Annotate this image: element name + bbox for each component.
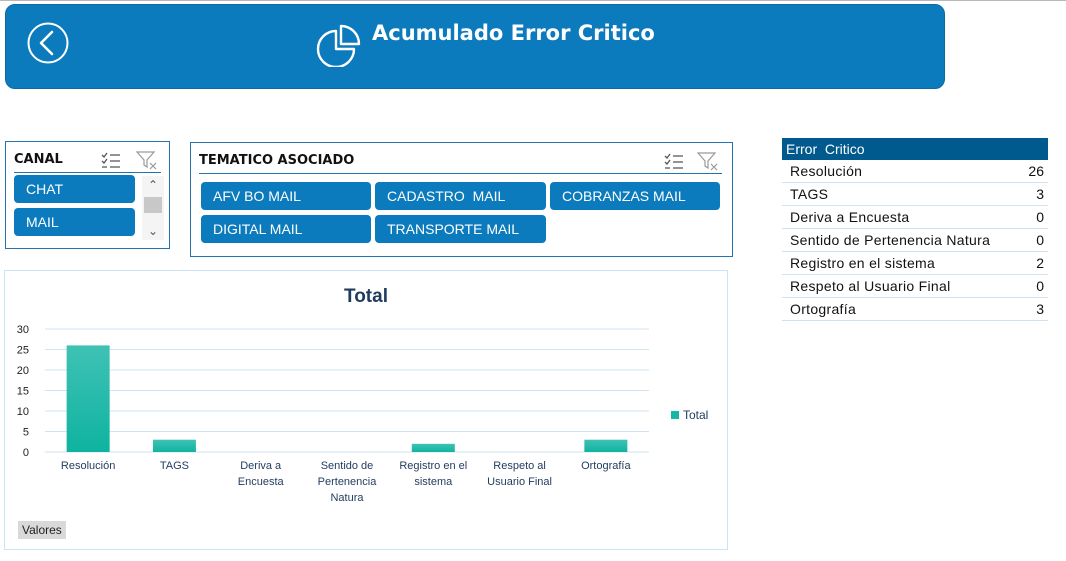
table-row: Registro en el sistema 2 xyxy=(782,252,1048,275)
tematico-slicer: TEMATICO ASOCIADO AFV BO MAIL CADASTRO M… xyxy=(190,142,733,257)
canal-scrollbar[interactable]: ⌃ ⌄ xyxy=(142,176,164,240)
scroll-down-icon[interactable]: ⌄ xyxy=(142,222,164,240)
tematico-item-cadastro-mail[interactable]: CADASTRO MAIL xyxy=(375,182,546,210)
bar[interactable] xyxy=(584,439,628,452)
clear-filter-icon[interactable] xyxy=(697,151,719,171)
x-tick-label: Registro en el xyxy=(399,460,467,472)
tematico-item-cobranzas-mail[interactable]: COBRANZAS MAIL xyxy=(550,182,720,210)
table-row: Ortografía 3 xyxy=(782,298,1048,321)
top-border-line xyxy=(0,0,1066,1)
tematico-slicer-title: TEMATICO ASOCIADO xyxy=(199,153,355,168)
y-tick-label: 10 xyxy=(17,406,29,418)
tematico-item-transporte-mail[interactable]: TRANSPORTE MAIL xyxy=(375,215,546,243)
x-tick-label: Resolución xyxy=(61,460,115,472)
y-tick-label: 15 xyxy=(17,386,29,398)
table-row-label: Respeto al Usuario Final xyxy=(790,278,951,294)
x-tick-label: sistema xyxy=(414,476,453,488)
bar[interactable] xyxy=(66,345,110,452)
x-tick-label: Deriva a xyxy=(240,460,282,472)
x-tick-label: Ortografía xyxy=(581,460,631,472)
header-banner: Acumulado Error Critico xyxy=(5,4,945,89)
table-body: Resolución 26 TAGS 3 Deriva a Encuesta 0 Senti… xyxy=(782,160,1048,321)
table-row-label: Resolución xyxy=(790,163,863,179)
x-tick-label: TAGS xyxy=(160,460,189,472)
table-row-label: Sentido de Pertenencia Natura xyxy=(790,232,991,248)
scroll-thumb[interactable] xyxy=(144,197,162,213)
table-row: Respeto al Usuario Final 0 xyxy=(782,275,1048,298)
table-row: Resolución 26 xyxy=(782,160,1048,183)
back-arrow-icon[interactable] xyxy=(26,21,70,65)
tematico-item-digital-mail[interactable]: DIGITAL MAIL xyxy=(201,215,371,243)
multi-select-icon[interactable] xyxy=(663,151,685,171)
y-tick-label: 0 xyxy=(23,447,29,459)
clear-filter-icon[interactable] xyxy=(136,150,158,170)
table-row-label: Ortografía xyxy=(790,301,857,317)
table-row-value: 0 xyxy=(1036,209,1044,225)
table-row-label: Deriva a Encuesta xyxy=(790,209,910,225)
table-row-value: 0 xyxy=(1036,232,1044,248)
canal-slicer-header: CANAL xyxy=(14,148,161,173)
y-tick-label: 30 xyxy=(17,324,29,336)
table-row: Deriva a Encuesta 0 xyxy=(782,206,1048,229)
error-critico-table: Error Critico Resolución 26 TAGS 3 Deriva a … xyxy=(782,138,1048,321)
bar-chart: Total 0 5 10 15 20 25 30 Resolución TAGS Deriva a E… xyxy=(17,286,709,504)
canal-slicer: CANAL CHAT MAIL ⌃ ⌄ xyxy=(5,141,170,249)
chart-panel: Total 0 5 10 15 20 25 30 Resolución TAGS Deriva a E… xyxy=(4,270,728,550)
pie-chart-icon xyxy=(316,24,361,67)
scroll-up-icon[interactable]: ⌃ xyxy=(142,176,164,194)
canal-item-mail[interactable]: MAIL xyxy=(14,208,135,236)
multi-select-icon[interactable] xyxy=(100,150,122,170)
legend-swatch xyxy=(671,411,679,419)
x-tick-label: Encuesta xyxy=(238,476,285,488)
canal-item-chat[interactable]: CHAT xyxy=(14,175,135,203)
bar[interactable] xyxy=(411,443,455,452)
table-row-value: 3 xyxy=(1036,186,1044,202)
chart-title: Total xyxy=(344,286,388,307)
canal-slicer-title: CANAL xyxy=(14,152,63,167)
y-tick-label: 20 xyxy=(17,365,29,377)
legend-label: Total xyxy=(683,408,708,422)
table-row-value: 0 xyxy=(1036,278,1044,294)
table-row-label: Registro en el sistema xyxy=(790,255,936,271)
x-tick-label: Respeto al xyxy=(493,460,546,472)
table-row-label: TAGS xyxy=(790,186,829,202)
x-tick-label: Usuario Final xyxy=(487,476,552,488)
table-row-value: 26 xyxy=(1028,163,1044,179)
x-tick-label: Sentido de xyxy=(321,460,374,472)
x-tick-label: Natura xyxy=(330,492,364,504)
table-row-value: 2 xyxy=(1036,255,1044,271)
tematico-item-afv-bo-mail[interactable]: AFV BO MAIL xyxy=(201,182,371,210)
bar[interactable] xyxy=(152,439,196,452)
y-tick-label: 5 xyxy=(23,427,29,439)
tematico-slicer-header: TEMATICO ASOCIADO xyxy=(199,149,722,174)
valores-button[interactable]: Valores xyxy=(18,521,66,539)
x-tick-label: Pertenencia xyxy=(318,476,378,488)
table-row-value: 3 xyxy=(1036,301,1044,317)
table-header: Error Critico xyxy=(782,138,1048,160)
table-row: Sentido de Pertenencia Natura 0 xyxy=(782,229,1048,252)
table-row: TAGS 3 xyxy=(782,183,1048,206)
y-tick-label: 25 xyxy=(17,345,29,357)
page-title: Acumulado Error Critico xyxy=(372,21,655,45)
